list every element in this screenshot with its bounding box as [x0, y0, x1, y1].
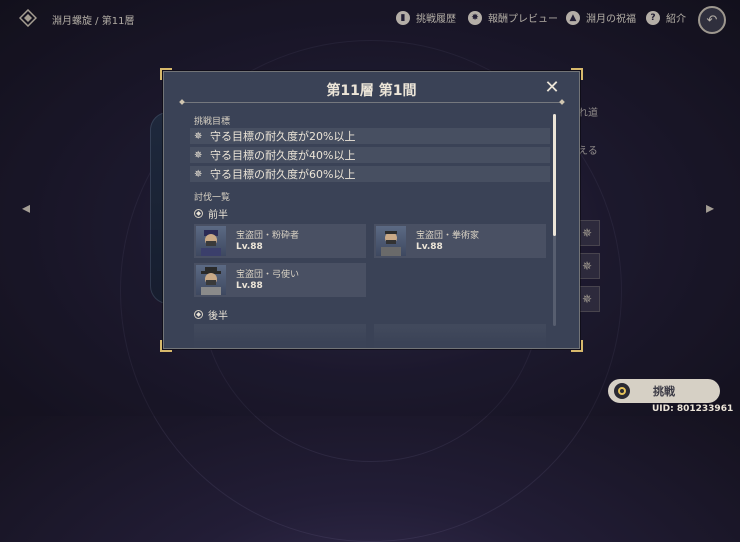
goal-item: ✵ 守る目標の耐久度が60%以上 — [190, 166, 550, 182]
enemy-name: 宝盗団・弓使い — [236, 270, 300, 280]
star-icon: ✵ — [194, 168, 203, 180]
enemy-portrait — [196, 226, 226, 256]
start-label: 挑戦 — [653, 385, 675, 398]
second-half-label: 後半 — [208, 311, 228, 322]
enemies-heading: 討伐一覧 — [194, 193, 231, 203]
title-divider — [182, 102, 562, 103]
uid-label: UID: 801233961 — [652, 404, 734, 414]
corner-ornament — [160, 68, 172, 80]
first-half-heading: ◆ 前半 — [194, 206, 228, 221]
enemy-portrait — [196, 265, 226, 295]
half-marker-icon: ◆ — [194, 310, 203, 319]
goal-text: 守る目標の耐久度が20%以上 — [210, 130, 356, 143]
scrollbar-thumb[interactable] — [553, 114, 556, 236]
first-half-label: 前半 — [208, 210, 228, 221]
half-marker-icon: ◆ — [194, 209, 203, 218]
goal-item: ✵ 守る目標の耐久度が20%以上 — [190, 128, 550, 144]
enemy-card[interactable]: 宝盗団・弓使い Lv.88 — [194, 263, 366, 297]
enemy-level: Lv.88 — [236, 281, 263, 291]
start-challenge-button[interactable]: 挑戦 — [608, 379, 720, 403]
enemy-name: 宝盗団・粉砕者 — [236, 231, 300, 241]
enemy-name: 宝盗団・拳術家 — [416, 231, 480, 241]
confirm-circle-icon — [614, 383, 630, 399]
goal-item: ✵ 守る目標の耐久度が40%以上 — [190, 147, 550, 163]
scroll-fade — [164, 328, 579, 348]
enemy-card[interactable]: 宝盗団・粉砕者 Lv.88 — [194, 224, 366, 258]
star-icon: ✵ — [194, 149, 203, 161]
enemy-level: Lv.88 — [236, 242, 263, 252]
goal-text: 守る目標の耐久度が40%以上 — [210, 149, 356, 162]
enemy-level: Lv.88 — [416, 242, 443, 252]
corner-ornament — [571, 68, 583, 80]
scrollbar[interactable] — [553, 114, 556, 326]
goal-text: 守る目標の耐久度が60%以上 — [210, 168, 356, 181]
chamber-detail-dialog: 第11層 第1間 ✕ 挑戦目標 ✵ 守る目標の耐久度が20%以上 ✵ 守る目標の… — [160, 68, 583, 352]
enemy-card[interactable]: 宝盗団・拳術家 Lv.88 — [374, 224, 546, 258]
goals-heading: 挑戦目標 — [194, 117, 231, 127]
dialog-content[interactable]: 挑戦目標 ✵ 守る目標の耐久度が20%以上 ✵ 守る目標の耐久度が40%以上 ✵… — [164, 106, 579, 348]
enemy-portrait — [376, 226, 406, 256]
star-icon: ✵ — [194, 130, 203, 142]
close-icon[interactable]: ✕ — [544, 79, 560, 97]
second-half-heading: ◆ 後半 — [194, 307, 228, 322]
dialog-title: 第11層 第1間 — [326, 83, 417, 99]
